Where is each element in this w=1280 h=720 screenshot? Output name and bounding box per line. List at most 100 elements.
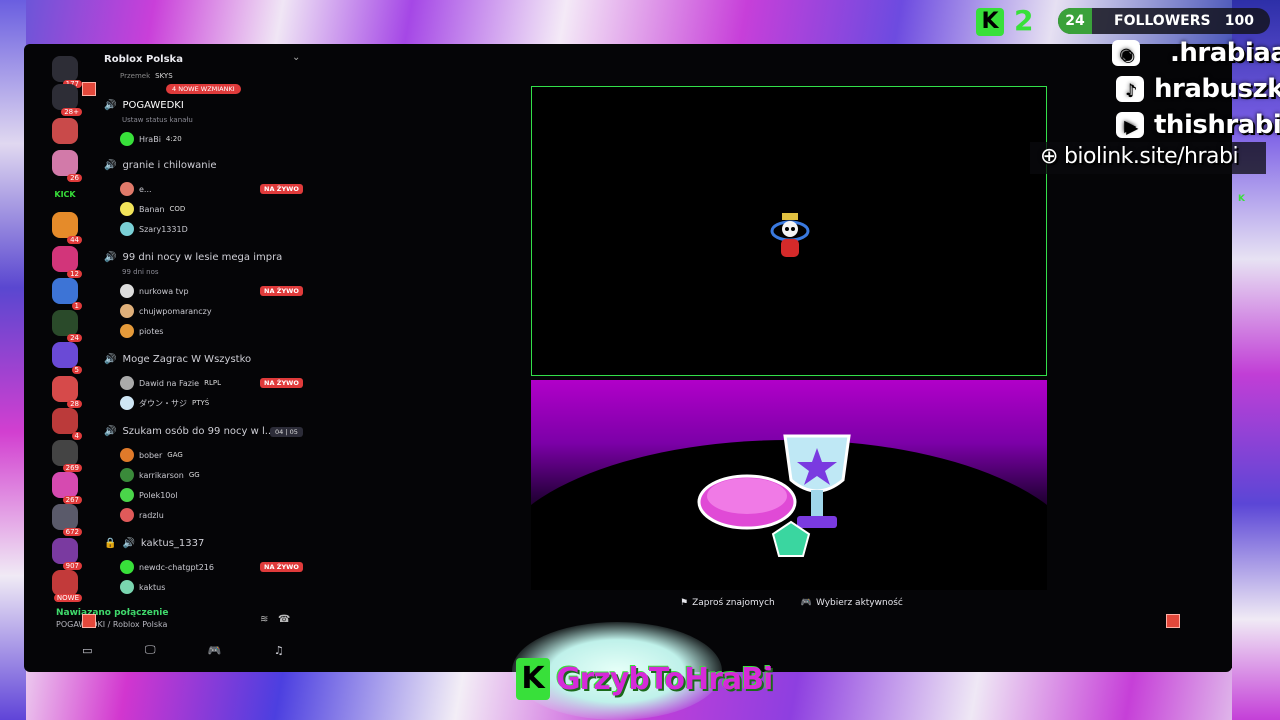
user-name: Szary1331D [139,224,188,234]
user-tag: GG [188,471,200,479]
avatar [120,182,134,196]
social-tiktok: ♪hrabuszka [1116,74,1280,104]
list-item[interactable]: piotes [120,324,163,338]
dm-icon[interactable]: 177 [52,56,82,88]
user-name: Polek10ol [139,490,178,500]
unread-badge: 672 [62,528,82,536]
voice-controls: ≋ ☎ [260,614,290,625]
invite-friends-button[interactable]: ⚑ Zaproś znajomych [680,598,775,608]
server-rail: 177 28+ 26 KICK 44 12 1 24 5 28 4 269 26… [44,52,84,612]
user-name: newdc-chatgpt216 [139,562,214,572]
red-marker-icon [82,614,96,628]
live-badge: NA ŻYWO [260,286,303,296]
server-icon[interactable]: 1 [52,278,82,310]
screen-share-icon[interactable]: 🖵 [145,643,156,657]
user-name: nurkowa tvp [139,286,189,296]
disconnect-icon[interactable]: ☎ [278,614,290,625]
kick-mini-icon: K [1238,194,1245,204]
followers-goal-widget: 24 FOLLOWERS 100 [1058,8,1270,34]
unread-badge: 907 [62,562,82,570]
kick-logo-icon: K [516,658,550,700]
channel-name: 99 dni nocy w lesie mega impra [122,252,283,263]
choose-activity-button[interactable]: 🎮 Wybierz aktywność [801,598,903,608]
server-icon[interactable]: NOWE [52,570,82,602]
voice-channel[interactable]: 🔊 99 dni nocy w lesie mega impra [104,252,282,263]
chevron-down-icon[interactable]: ⌄ [292,52,300,63]
unread-badge: 267 [62,496,82,504]
red-marker-icon [1166,614,1180,628]
list-item[interactable]: bober GAG [120,448,183,462]
unread-badge: 269 [62,464,82,472]
lock-icon: 🔒 [104,538,117,549]
voice-channel[interactable]: 🔊 granie i chilowanie [104,160,217,171]
list-item[interactable]: ダウン・サジ PTYŚ [120,396,209,410]
channel-name: granie i chilowanie [122,160,217,171]
server-icon[interactable]: 24 [52,310,82,342]
list-item[interactable]: radzlu [120,508,164,522]
voice-channel-pogawedki[interactable]: 🔊 POGAWEDKI [104,100,184,111]
channel-name: kaktus_1337 [140,538,205,549]
server-name[interactable]: Roblox Polska [104,54,183,65]
channel-status: 99 dni nos [122,268,159,276]
server-icon[interactable] [52,118,78,144]
list-item[interactable]: Dawid na Fazie RLPL [120,376,221,390]
list-item[interactable]: karrikarson GG [120,468,200,482]
voice-channel[interactable]: 🔊 Szukam osób do 99 nocy w l... [104,426,274,437]
noise-suppression-icon[interactable]: ≋ [260,614,268,625]
list-item[interactable]: nurkowa tvp [120,284,189,298]
server-icon[interactable]: 269 [52,440,82,472]
unread-badge: 1 [71,302,82,310]
server-icon[interactable]: 5 [52,342,82,374]
server-icon[interactable]: 267 [52,472,82,504]
avatar [120,468,134,482]
server-icon[interactable]: 44 [52,212,82,244]
user-name: Dawid na Fazie [139,378,200,388]
channel-panel: Roblox Polska ⌄ Przemek SKYS 4 NOWE WZMI… [96,50,310,660]
list-item[interactable]: Polek10ol [120,488,178,502]
list-item[interactable]: chujwpomaranczy [120,304,212,318]
bell-icon[interactable]: 28+ [52,84,82,116]
list-item[interactable]: e... [120,182,152,196]
channel-status[interactable]: Ustaw status kanału [122,116,193,124]
avatar [120,508,134,522]
list-item[interactable]: HraBi 4:20 [120,132,182,146]
channel-name: Moge Zagrac W Wszystko [122,354,252,365]
server-icon[interactable]: 907 [52,538,82,570]
user-tag: GAG [167,451,183,459]
list-item[interactable]: Szary1331D [120,222,188,236]
controller-icon: 🎮 [800,598,812,608]
list-item[interactable]: newdc-chatgpt216 [120,560,214,574]
server-icon[interactable]: 26 [52,150,82,182]
list-item[interactable]: kaktus [120,580,165,594]
unread-badge: 28+ [61,108,82,116]
avatar [120,488,134,502]
voice-stage-tile[interactable] [531,86,1047,376]
list-item[interactable]: Banan COD [120,202,185,216]
unread-badge: 44 [67,236,82,244]
user-tag: SKYS [155,72,173,80]
user-name: e... [139,184,152,194]
add-user-icon: ⚑ [680,598,689,608]
frame-right-decoration [1232,0,1280,720]
list-item[interactable]: Przemek SKYS [120,72,173,80]
activity-icon[interactable]: 🎮 [208,644,222,657]
server-icon[interactable]: 4 [52,408,82,440]
mentions-badge[interactable]: 4 NOWE WZMIANKI [166,84,241,94]
user-name: Przemek [120,72,151,80]
soundboard-icon[interactable]: ♫ [274,644,284,657]
speaker-icon: 🔊 [104,426,117,437]
live-badge: NA ŻYWO [260,562,303,572]
user-name: piotes [139,326,164,336]
voice-channel-locked[interactable]: 🔒 🔊 kaktus_1337 [104,538,204,549]
red-marker-icon [82,82,96,96]
unread-badge: 4 [71,432,82,440]
voice-channel[interactable]: 🔊 Moge Zagrac W Wszystko [104,354,251,365]
server-icon[interactable]: 672 [52,504,82,536]
tiktok-icon: ♪ [1116,76,1144,102]
kick-server-icon[interactable]: KICK [52,182,78,208]
server-icon[interactable]: 12 [52,246,82,278]
unread-badge: 5 [71,366,82,374]
speaker-icon: 🔊 [104,160,117,171]
camera-icon[interactable]: ▭ [82,644,92,657]
server-icon[interactable]: 28 [52,376,82,408]
